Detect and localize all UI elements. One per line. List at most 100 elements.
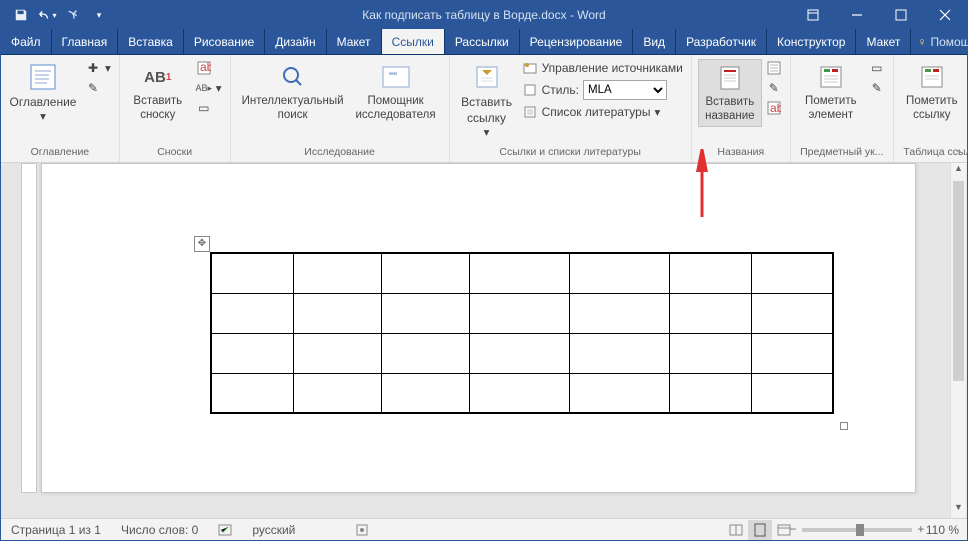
table-cell[interactable] bbox=[569, 293, 669, 333]
zoom-in-icon[interactable]: + bbox=[914, 522, 928, 536]
tab-home[interactable]: Главная bbox=[52, 29, 119, 54]
table-cell[interactable] bbox=[381, 373, 469, 413]
document-table[interactable] bbox=[210, 252, 834, 414]
print-layout-icon[interactable] bbox=[748, 520, 772, 540]
table-cell[interactable] bbox=[751, 333, 833, 373]
researcher-button[interactable]: ”” Помощник исследователя bbox=[349, 59, 443, 125]
word-count[interactable]: Число слов: 0 bbox=[111, 523, 208, 537]
update-index-icon: ✎ bbox=[869, 80, 885, 96]
tab-review[interactable]: Рецензирование bbox=[520, 29, 634, 54]
cross-reference-button[interactable]: ab bbox=[764, 99, 784, 117]
mark-citation-button[interactable]: Пометить ссылку bbox=[900, 59, 964, 125]
table-cell[interactable] bbox=[569, 373, 669, 413]
tab-references[interactable]: Ссылки bbox=[382, 29, 445, 54]
show-notes-icon: ▭ bbox=[196, 100, 212, 116]
tab-layout[interactable]: Макет bbox=[327, 29, 382, 54]
table-cell[interactable] bbox=[293, 293, 381, 333]
tab-table-layout[interactable]: Макет bbox=[856, 29, 911, 54]
table-cell[interactable] bbox=[293, 373, 381, 413]
scroll-down-icon[interactable]: ▼ bbox=[951, 502, 966, 518]
table-cell[interactable] bbox=[293, 333, 381, 373]
table-cell[interactable] bbox=[381, 333, 469, 373]
table-cell[interactable] bbox=[751, 373, 833, 413]
insert-caption-button[interactable]: Вставить название bbox=[698, 59, 762, 127]
table-cell[interactable] bbox=[751, 293, 833, 333]
table-cell[interactable] bbox=[381, 293, 469, 333]
macro-icon[interactable] bbox=[345, 523, 379, 537]
read-mode-icon[interactable] bbox=[724, 520, 748, 540]
table-cell[interactable] bbox=[469, 253, 569, 293]
table-cell[interactable] bbox=[293, 253, 381, 293]
tab-mailings[interactable]: Рассылки bbox=[445, 29, 520, 54]
next-footnote-icon: AB▸ bbox=[196, 80, 212, 96]
undo-icon[interactable]: ▾ bbox=[35, 3, 59, 27]
mark-entry-button[interactable]: Пометить элемент bbox=[797, 59, 865, 125]
footnote-icon: AB1 bbox=[142, 61, 174, 93]
table-cell[interactable] bbox=[211, 293, 293, 333]
bibliography-button[interactable]: Список литературы ▾ bbox=[520, 103, 685, 121]
show-notes-button[interactable]: ▭ bbox=[194, 99, 224, 117]
close-icon[interactable] bbox=[923, 1, 967, 29]
update-index-button[interactable]: ✎ bbox=[867, 79, 887, 97]
document-page[interactable]: ✥ bbox=[41, 163, 916, 493]
tell-me[interactable]: ♀Помощн bbox=[917, 29, 968, 54]
maximize-icon[interactable] bbox=[879, 1, 923, 29]
qat-customize-icon[interactable]: ▾ bbox=[87, 3, 111, 27]
figure-list-icon bbox=[766, 60, 782, 76]
tab-file[interactable]: Файл bbox=[1, 29, 52, 54]
tab-table-design[interactable]: Конструктор bbox=[767, 29, 856, 54]
ribbon-options-icon[interactable] bbox=[791, 1, 835, 29]
tab-developer[interactable]: Разработчик bbox=[676, 29, 767, 54]
table-move-handle[interactable]: ✥ bbox=[194, 236, 210, 252]
tab-draw[interactable]: Рисование bbox=[184, 29, 265, 54]
insert-citation-button[interactable]: Вставить ссылку▾ bbox=[456, 59, 518, 142]
next-footnote-button[interactable]: AB▸▾ bbox=[194, 79, 224, 97]
table-cell[interactable] bbox=[211, 373, 293, 413]
table-cell[interactable] bbox=[669, 253, 751, 293]
citation-icon bbox=[471, 61, 503, 93]
citation-style-select[interactable]: MLA bbox=[583, 80, 667, 100]
table-cell[interactable] bbox=[469, 293, 569, 333]
vertical-scrollbar[interactable]: ▲ ▼ bbox=[950, 163, 966, 518]
language-indicator[interactable]: русский bbox=[242, 523, 305, 537]
insert-endnote-button[interactable]: ab bbox=[194, 59, 224, 77]
zoom-slider[interactable]: − + bbox=[802, 528, 912, 532]
redo-icon[interactable] bbox=[61, 3, 85, 27]
table-cell[interactable] bbox=[381, 253, 469, 293]
table-cell[interactable] bbox=[211, 333, 293, 373]
smart-lookup-button[interactable]: Интеллектуальный поиск bbox=[237, 59, 349, 125]
table-cell[interactable] bbox=[569, 333, 669, 373]
scroll-thumb[interactable] bbox=[953, 181, 964, 381]
table-cell[interactable] bbox=[669, 373, 751, 413]
insert-index-button[interactable]: ▭ bbox=[867, 59, 887, 77]
scroll-up-icon[interactable]: ▲ bbox=[951, 163, 966, 179]
ribbon-tabs: Файл Главная Вставка Рисование Дизайн Ма… bbox=[1, 29, 967, 55]
minimize-icon[interactable] bbox=[835, 1, 879, 29]
tab-insert[interactable]: Вставка bbox=[118, 29, 184, 54]
save-icon[interactable] bbox=[9, 3, 33, 27]
collapse-ribbon-icon[interactable]: ⌃ bbox=[955, 149, 963, 160]
manage-sources-button[interactable]: Управление источниками bbox=[520, 59, 685, 77]
toc-button[interactable]: Оглавление▾ bbox=[7, 59, 79, 127]
zoom-thumb[interactable] bbox=[856, 524, 864, 536]
table-cell[interactable] bbox=[669, 293, 751, 333]
vertical-ruler[interactable] bbox=[21, 163, 37, 493]
spellcheck-icon[interactable] bbox=[208, 523, 242, 537]
update-toc-button[interactable]: ✎ bbox=[83, 79, 113, 97]
add-text-button[interactable]: ✚▾ bbox=[83, 59, 113, 77]
zoom-out-icon[interactable]: − bbox=[786, 522, 800, 536]
manage-sources-icon bbox=[522, 60, 538, 76]
table-cell[interactable] bbox=[469, 333, 569, 373]
table-cell[interactable] bbox=[569, 253, 669, 293]
insert-figure-list-button[interactable] bbox=[764, 59, 784, 77]
table-cell[interactable] bbox=[751, 253, 833, 293]
update-figures-button[interactable]: ✎ bbox=[764, 79, 784, 97]
insert-footnote-button[interactable]: AB1 Вставить сноску bbox=[126, 59, 190, 125]
tab-view[interactable]: Вид bbox=[633, 29, 676, 54]
page-indicator[interactable]: Страница 1 из 1 bbox=[1, 523, 111, 537]
table-resize-handle[interactable] bbox=[840, 422, 848, 430]
table-cell[interactable] bbox=[211, 253, 293, 293]
tab-design[interactable]: Дизайн bbox=[265, 29, 326, 54]
table-cell[interactable] bbox=[669, 333, 751, 373]
table-cell[interactable] bbox=[469, 373, 569, 413]
